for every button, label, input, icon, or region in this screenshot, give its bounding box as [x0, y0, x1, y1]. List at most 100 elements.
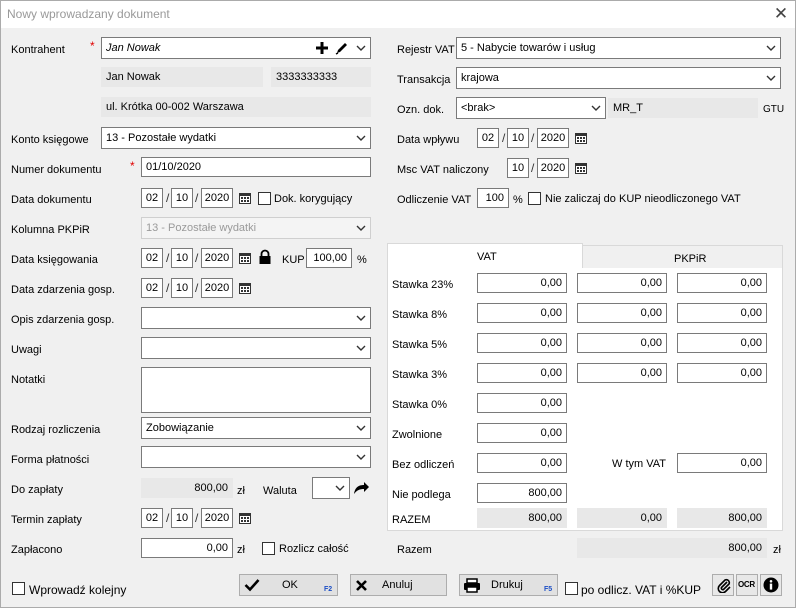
- label-msc-vat: Msc VAT naliczony: [397, 164, 489, 176]
- vat-row-brutto-input[interactable]: 0,00: [677, 333, 767, 353]
- chevron-down-icon[interactable]: [354, 128, 368, 148]
- vat-row-label: Stawka 23%: [392, 279, 454, 291]
- calendar-icon[interactable]: [239, 282, 251, 294]
- arrow-icon[interactable]: [352, 480, 370, 496]
- vat-row-vat-input[interactable]: 0,00: [577, 363, 667, 383]
- chevron-down-icon[interactable]: [354, 338, 368, 358]
- calendar-icon[interactable]: [239, 252, 251, 264]
- msc-vat-month[interactable]: 10: [507, 158, 529, 178]
- nie-zaliczaj-checkbox[interactable]: [528, 192, 541, 205]
- info-button[interactable]: [760, 574, 782, 596]
- date-separator: /: [531, 161, 535, 175]
- vat-row-netto-input[interactable]: 0,00: [477, 333, 567, 353]
- data-wplywu-year[interactable]: 2020: [537, 128, 569, 148]
- rodzaj-select[interactable]: Zobowiązanie: [141, 417, 371, 439]
- vat-row-netto-input[interactable]: 800,00: [477, 483, 567, 503]
- konto-select[interactable]: 13 - Pozostałe wydatki: [101, 127, 371, 149]
- chevron-down-icon[interactable]: [354, 38, 368, 58]
- kolumna-select: 13 - Pozostałe wydatki: [141, 217, 371, 239]
- ozn-dok-select[interactable]: <brak>: [456, 97, 606, 119]
- data-dokumentu-year[interactable]: 2020: [201, 188, 233, 208]
- tab-vat[interactable]: VAT: [387, 243, 583, 269]
- data-ksiegowania-month[interactable]: 10: [171, 248, 193, 268]
- po-odlicz-checkbox[interactable]: [565, 582, 578, 595]
- chevron-down-icon[interactable]: [354, 447, 368, 467]
- msc-vat-year[interactable]: 2020: [537, 158, 569, 178]
- calendar-icon[interactable]: [575, 132, 587, 144]
- vat-row-netto-input[interactable]: 0,00: [477, 423, 567, 443]
- uwagi-select[interactable]: [141, 337, 371, 359]
- razem-vat: 0,00: [577, 508, 667, 528]
- add-icon[interactable]: [314, 40, 330, 56]
- vat-row-netto-input[interactable]: 0,00: [477, 363, 567, 383]
- chevron-down-icon[interactable]: [764, 38, 778, 58]
- vat-row-brutto-input[interactable]: 0,00: [677, 363, 767, 383]
- data-zdarzenia-year[interactable]: 2020: [201, 278, 233, 298]
- label-konto: Konto księgowe: [11, 134, 89, 146]
- data-ksiegowania-year[interactable]: 2020: [201, 248, 233, 268]
- termin-month[interactable]: 10: [171, 508, 193, 528]
- termin-year[interactable]: 2020: [201, 508, 233, 528]
- drukuj-button[interactable]: Drukuj F5: [459, 574, 558, 596]
- tab-pkpir-label: PKPiR: [674, 253, 707, 265]
- opis-select[interactable]: [141, 307, 371, 329]
- calendar-icon[interactable]: [575, 162, 587, 174]
- termin-day[interactable]: 02: [141, 508, 163, 528]
- data-ksiegowania-day[interactable]: 02: [141, 248, 163, 268]
- odliczenie-input[interactable]: 100: [477, 188, 509, 208]
- numer-dokumentu-input[interactable]: 01/10/2020: [141, 157, 371, 177]
- edit-icon[interactable]: [334, 40, 350, 56]
- data-zdarzenia-month[interactable]: 10: [171, 278, 193, 298]
- chevron-down-icon[interactable]: [333, 478, 347, 498]
- calendar-icon[interactable]: [239, 512, 251, 524]
- vat-row-vat-input[interactable]: 0,00: [577, 303, 667, 323]
- wprowadz-kolejny-checkbox[interactable]: [12, 582, 25, 595]
- vat-row-brutto-input[interactable]: 0,00: [677, 303, 767, 323]
- tab-pkpir[interactable]: PKPiR: [583, 245, 783, 269]
- vat-row-netto-input[interactable]: 0,00: [477, 453, 567, 473]
- rejestr-value: 5 - Nabycie towarów i usług: [461, 42, 596, 54]
- do-zaplaty-currency: zł: [237, 485, 245, 497]
- vat-row-brutto-input[interactable]: 0,00: [677, 273, 767, 293]
- chevron-down-icon[interactable]: [354, 308, 368, 328]
- vat-row-netto-input[interactable]: 0,00: [477, 393, 567, 413]
- data-dokumentu-month[interactable]: 10: [171, 188, 193, 208]
- vat-row-netto-input[interactable]: 0,00: [477, 303, 567, 323]
- label-opis: Opis zdarzenia gosp.: [11, 314, 115, 326]
- ok-label: OK: [282, 579, 298, 591]
- vat-row-netto-input[interactable]: 0,00: [477, 273, 567, 293]
- waluta-select[interactable]: [312, 477, 350, 499]
- rozlicz-calosc-checkbox[interactable]: [262, 542, 275, 555]
- dok-korygujacy-checkbox[interactable]: [258, 192, 271, 205]
- data-wplywu-day[interactable]: 02: [477, 128, 499, 148]
- gtu-label[interactable]: GTU: [763, 104, 784, 115]
- transakcja-select[interactable]: krajowa: [456, 67, 781, 89]
- ok-button[interactable]: OK F2: [239, 574, 338, 596]
- label-do-zaplaty: Do zapłaty: [11, 484, 63, 496]
- chevron-down-icon[interactable]: [764, 68, 778, 88]
- w-tym-vat-input[interactable]: 0,00: [677, 453, 767, 473]
- notatki-textarea[interactable]: [141, 367, 371, 413]
- calendar-icon[interactable]: [239, 192, 251, 204]
- kup-unit: %: [357, 254, 367, 266]
- rejestr-select[interactable]: 5 - Nabycie towarów i usług: [456, 37, 781, 59]
- label-uwagi: Uwagi: [11, 344, 42, 356]
- data-dokumentu-day[interactable]: 02: [141, 188, 163, 208]
- chevron-down-icon[interactable]: [589, 98, 603, 118]
- data-wplywu-month[interactable]: 10: [507, 128, 529, 148]
- title-bar: Nowy wprowadzany dokument ✕: [1, 1, 795, 28]
- zaplacono-input[interactable]: 0,00: [141, 538, 233, 558]
- attachment-button[interactable]: [712, 574, 734, 596]
- ocr-button[interactable]: OCR: [736, 574, 758, 596]
- forma-select[interactable]: [141, 446, 371, 468]
- chevron-down-icon[interactable]: [354, 418, 368, 438]
- kup-input[interactable]: 100,00: [306, 248, 352, 268]
- anuluj-button[interactable]: Anuluj: [350, 574, 447, 596]
- label-ozn-dok: Ozn. dok.: [397, 104, 445, 116]
- data-zdarzenia-day[interactable]: 02: [141, 278, 163, 298]
- close-icon[interactable]: ✕: [771, 4, 791, 24]
- kontrahent-combo[interactable]: Jan Nowak: [101, 37, 371, 59]
- date-separator: /: [531, 131, 535, 145]
- vat-row-vat-input[interactable]: 0,00: [577, 273, 667, 293]
- vat-row-vat-input[interactable]: 0,00: [577, 333, 667, 353]
